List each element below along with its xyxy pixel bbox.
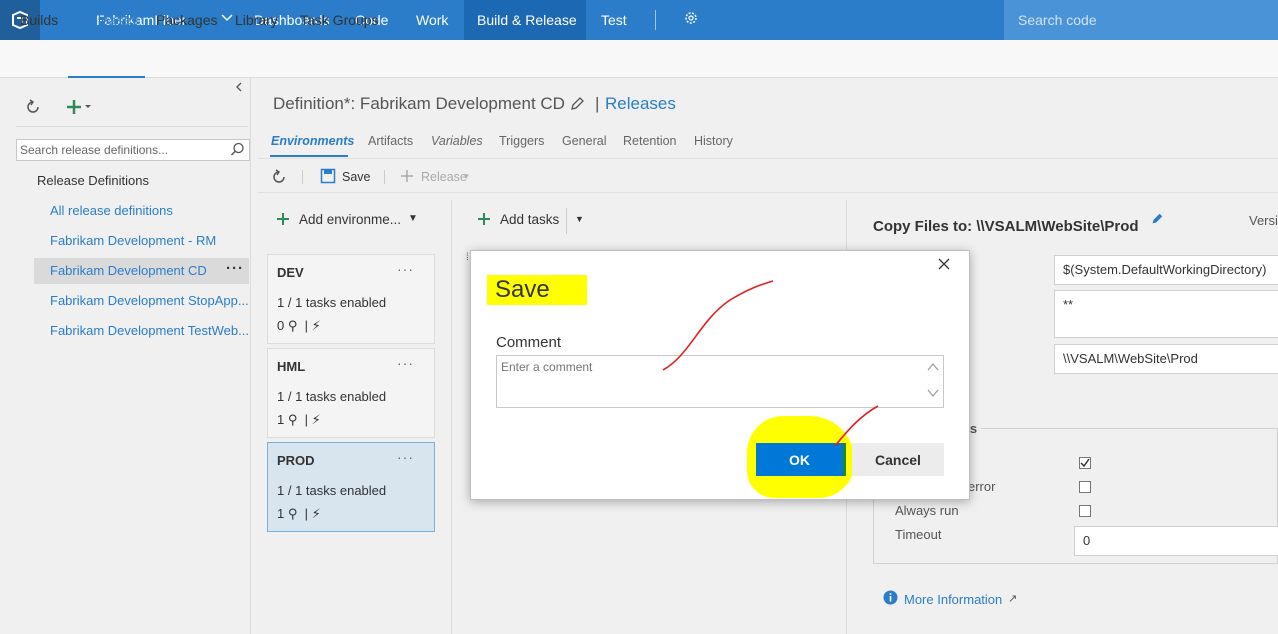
annotation-strokes [662, 280, 879, 447]
